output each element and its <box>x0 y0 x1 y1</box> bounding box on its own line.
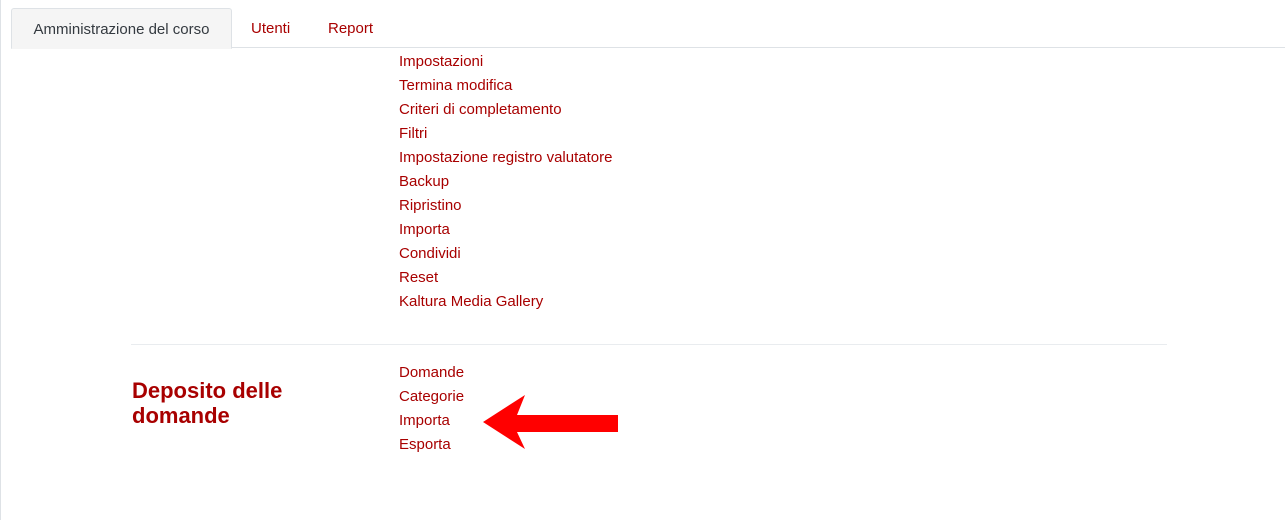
link-impostazione-registro-valutatore[interactable]: Impostazione registro valutatore <box>399 149 612 166</box>
link-impostazioni[interactable]: Impostazioni <box>399 53 483 70</box>
question-bank-links: Domande Categorie Importa Esporta <box>399 361 464 457</box>
link-backup[interactable]: Backup <box>399 173 449 190</box>
course-administration-page: Amministrazione del corso Utenti Report … <box>0 0 1285 520</box>
list-item: Importa <box>399 218 612 242</box>
link-filtri[interactable]: Filtri <box>399 125 427 142</box>
tab-report[interactable]: Report <box>328 8 373 49</box>
list-item: Kaltura Media Gallery <box>399 290 612 314</box>
tab-utenti[interactable]: Utenti <box>251 8 290 49</box>
list-item: Impostazione registro valutatore <box>399 146 612 170</box>
list-item: Criteri di completamento <box>399 98 612 122</box>
link-reset[interactable]: Reset <box>399 269 438 286</box>
section-divider <box>131 344 1167 345</box>
list-item: Impostazioni <box>399 50 612 74</box>
link-condividi[interactable]: Condividi <box>399 245 461 262</box>
link-question-bank-importa[interactable]: Importa <box>399 412 450 429</box>
section-title-question-bank[interactable]: Deposito delle domande <box>132 378 362 428</box>
link-esporta[interactable]: Esporta <box>399 436 451 453</box>
list-item: Reset <box>399 266 612 290</box>
list-item: Backup <box>399 170 612 194</box>
link-categorie[interactable]: Categorie <box>399 388 464 405</box>
list-item: Importa <box>399 409 464 433</box>
course-admin-links: Impostazioni Termina modifica Criteri di… <box>399 50 612 314</box>
list-item: Esporta <box>399 433 464 457</box>
tab-amministrazione-del-corso[interactable]: Amministrazione del corso <box>11 8 232 49</box>
list-item: Filtri <box>399 122 612 146</box>
link-ripristino[interactable]: Ripristino <box>399 197 462 214</box>
link-criteri-di-completamento[interactable]: Criteri di completamento <box>399 101 562 118</box>
tab-bar: Amministrazione del corso Utenti Report <box>11 8 1285 49</box>
link-importa[interactable]: Importa <box>399 221 450 238</box>
list-item: Domande <box>399 361 464 385</box>
list-item: Categorie <box>399 385 464 409</box>
link-kaltura-media-gallery[interactable]: Kaltura Media Gallery <box>399 293 543 310</box>
link-termina-modifica[interactable]: Termina modifica <box>399 77 512 94</box>
red-arrow-icon <box>483 395 618 449</box>
list-item: Ripristino <box>399 194 612 218</box>
list-item: Condividi <box>399 242 612 266</box>
link-domande[interactable]: Domande <box>399 364 464 381</box>
list-item: Termina modifica <box>399 74 612 98</box>
